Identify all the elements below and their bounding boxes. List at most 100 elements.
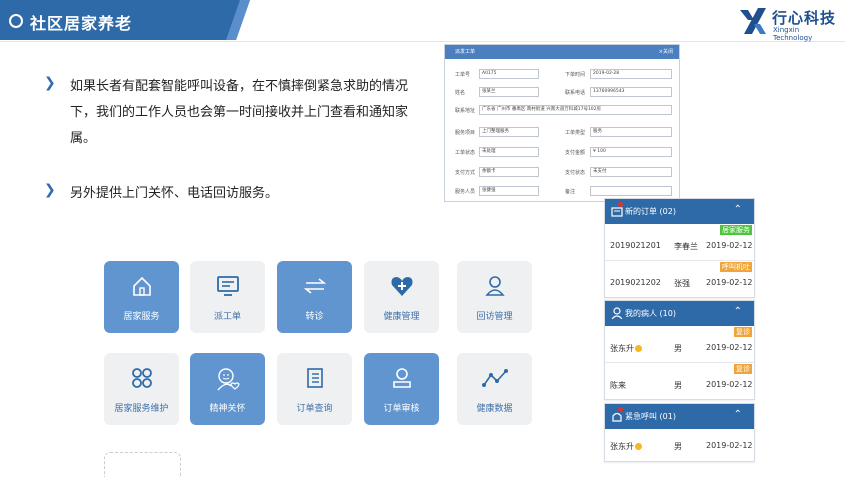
panel-header[interactable]: 新的订单 (02) ⌃ xyxy=(605,199,754,224)
tile-label: 派工单 xyxy=(213,312,241,322)
list-item[interactable]: 复诊 陈来 男 2019-02-12 xyxy=(605,363,754,399)
field-label: 联系地址 xyxy=(455,108,476,114)
order-type-select[interactable]: 服务 xyxy=(590,127,672,137)
panel-header[interactable]: 我的病人 (10) ⌃ xyxy=(605,301,754,326)
panel-header[interactable]: 紧急呼叫 (01) ⌃ xyxy=(605,404,754,429)
tile-label: 健康数据 xyxy=(476,404,513,414)
list-item[interactable]: 呼叫机吐 2019021202 张强 2019-02-12 xyxy=(605,261,754,297)
field-label: 联系电话 xyxy=(565,90,586,96)
new-orders-panel: 新的订单 (02) ⌃ 居家服务 2019021201 李春兰 2019-02-… xyxy=(604,198,755,298)
field-label: 服务人员 xyxy=(455,189,476,195)
tile-label: 回访管理 xyxy=(476,312,513,322)
form-close-button[interactable]: ×关闭 xyxy=(659,45,673,59)
list-item[interactable]: 复诊 张东升 男 2019-02-12 xyxy=(605,326,754,363)
user-icon xyxy=(611,307,623,319)
chevron-up-icon[interactable]: ⌃ xyxy=(734,306,742,317)
panel-title: 我的病人 (10) xyxy=(625,309,676,318)
list-item[interactable]: 居家服务 2019021201 李春兰 2019-02-12 xyxy=(605,224,754,261)
smile-icon xyxy=(635,443,642,450)
order-status-select[interactable]: 未处理 xyxy=(479,147,539,157)
patient-date: 2019-02-12 xyxy=(706,343,753,352)
remark-input[interactable] xyxy=(590,186,672,196)
tile-referral[interactable]: 转诊 xyxy=(277,261,352,333)
tile-home-service[interactable]: 居家服务 xyxy=(104,261,179,333)
status-badge: 居家服务 xyxy=(720,225,752,235)
patient-name: 陈来 xyxy=(610,381,626,390)
customer-name: 张强 xyxy=(674,279,690,288)
phone-input[interactable]: 13760996543 xyxy=(590,87,672,97)
caller-gender: 男 xyxy=(674,442,682,451)
panel-title: 新的订单 (02) xyxy=(625,207,676,216)
field-label: 支付金额 xyxy=(565,150,586,156)
transfer-icon xyxy=(303,278,326,294)
tile-label: 健康管理 xyxy=(383,312,420,322)
logo-subtitle: Xingxin Technology xyxy=(773,26,813,42)
tile-followup-management[interactable]: 回访管理 xyxy=(457,261,532,333)
page-title: 社区居家养老 xyxy=(30,14,133,33)
heart-plus-icon xyxy=(391,277,412,296)
form-titlebar: 派发工单 ×关闭 xyxy=(445,45,679,59)
double-arrow-icon: ❯ xyxy=(44,182,56,198)
field-label: 下单时间 xyxy=(565,72,586,78)
line-chart-icon xyxy=(481,369,508,387)
order-number-input[interactable]: A0175 xyxy=(479,69,539,79)
address-input[interactable]: 广东省 广州市 番禺区 南村街道 兴南大道万科城17号102房 xyxy=(479,105,672,115)
header-divider xyxy=(0,41,845,42)
company-logo: 行心科技 Xingxin Technology xyxy=(738,6,838,42)
order-id: 2019021201 xyxy=(610,241,661,250)
payment-method-select[interactable]: 余额卡 xyxy=(479,167,539,177)
order-id: 2019021202 xyxy=(610,278,661,287)
logo-name: 行心科技 xyxy=(772,9,837,27)
double-arrow-icon: ❯ xyxy=(44,75,56,91)
bullet-text: 如果长者有配套智能呼叫设备，在不慎摔倒紧急求助的情况下，我们的工作人员也会第一时… xyxy=(70,79,409,146)
order-date: 2019-02-12 xyxy=(706,278,753,287)
call-date: 2019-02-12 xyxy=(706,441,753,450)
payment-status-select[interactable]: 未支付 xyxy=(590,167,672,177)
tile-label: 精神关怀 xyxy=(209,404,246,414)
name-input[interactable]: 张某兰 xyxy=(479,87,539,97)
user-check-icon xyxy=(392,368,411,388)
staff-select[interactable]: 张健强 xyxy=(479,186,539,196)
patient-name: 张东升 xyxy=(610,344,634,353)
list-item[interactable]: 张东升 男 2019-02-12 xyxy=(605,429,754,461)
patient-date: 2019-02-12 xyxy=(706,380,753,389)
chevron-up-icon[interactable]: ⌃ xyxy=(734,409,742,420)
person-heart-icon xyxy=(216,368,240,391)
tile-dispatch-order[interactable]: 派工单 xyxy=(190,261,265,333)
tile-order-query[interactable]: 订单查询 xyxy=(277,353,352,425)
tile-label: 转诊 xyxy=(305,312,324,322)
circle-icon xyxy=(9,14,23,28)
list-doc-icon xyxy=(306,368,323,388)
status-badge: 呼叫机吐 xyxy=(720,262,752,272)
field-label: 服务项目 xyxy=(455,130,476,136)
form-title: 派发工单 xyxy=(455,49,476,55)
tile-label: 订单查询 xyxy=(296,404,333,414)
tile-label: 居家服务维护 xyxy=(114,404,169,414)
field-label: 姓名 xyxy=(455,90,466,96)
tile-label: 订单审核 xyxy=(383,404,420,414)
my-patients-panel: 我的病人 (10) ⌃ 复诊 张东升 男 2019-02-12 复诊 陈来 男 … xyxy=(604,300,755,400)
bullet-text: 另外提供上门关怀、电话回访服务。 xyxy=(70,186,279,201)
field-label: 备注 xyxy=(565,189,576,195)
field-label: 工单类型 xyxy=(565,130,586,136)
tile-health-management[interactable]: 健康管理 xyxy=(364,261,439,333)
order-time-input[interactable]: 2019-02-28 xyxy=(590,69,672,79)
tile-home-service-maintenance[interactable]: 居家服务维护 xyxy=(104,353,179,425)
chevron-up-icon[interactable]: ⌃ xyxy=(734,204,742,215)
service-item-select[interactable]: 上门整理服务 xyxy=(479,127,539,137)
field-label: 支付方式 xyxy=(455,170,476,176)
caller-name: 张东升 xyxy=(610,442,634,451)
tile-label: 居家服务 xyxy=(123,312,160,322)
tile-health-data[interactable]: 健康数据 xyxy=(457,353,532,425)
patient-gender: 男 xyxy=(674,381,682,390)
status-badge: 复诊 xyxy=(734,364,752,374)
notification-dot xyxy=(618,407,623,412)
tile-mental-care[interactable]: 精神关怀 xyxy=(190,353,265,425)
user-icon xyxy=(484,276,505,296)
field-label: 支付状态 xyxy=(565,170,586,176)
payment-amount-input[interactable]: ¥ 100 xyxy=(590,147,672,157)
logo-mark-icon xyxy=(740,8,766,34)
emergency-calls-panel: 紧急呼叫 (01) ⌃ 张东升 男 2019-02-12 xyxy=(604,403,755,462)
tile-order-review[interactable]: 订单审核 xyxy=(364,353,439,425)
add-tile-placeholder[interactable] xyxy=(104,452,181,477)
